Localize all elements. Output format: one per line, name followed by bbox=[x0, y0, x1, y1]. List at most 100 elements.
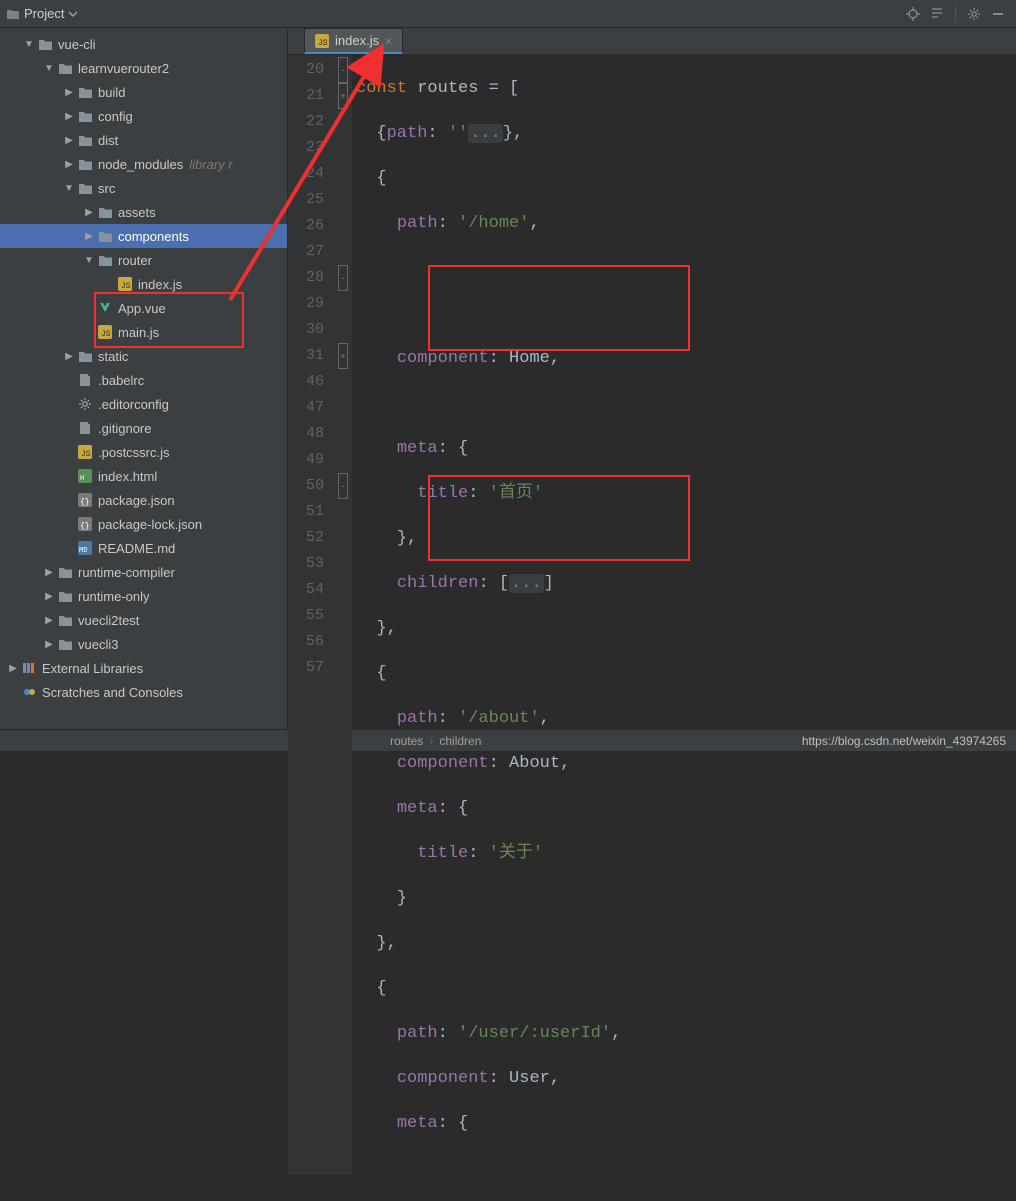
tree-arrow-icon[interactable] bbox=[62, 183, 76, 194]
tree-item--babelrc[interactable]: .babelrc bbox=[0, 368, 287, 392]
folder-icon bbox=[96, 254, 114, 267]
tree-item-index-js[interactable]: JSindex.js bbox=[0, 272, 287, 296]
tree-item-vue-cli[interactable]: vue-cli bbox=[0, 32, 287, 56]
tree-label: .postcssrc.js bbox=[98, 445, 170, 460]
line-number: 31 bbox=[288, 343, 334, 369]
tree-label: vue-cli bbox=[58, 37, 96, 52]
json-icon: {} bbox=[76, 517, 94, 531]
js-icon: JS bbox=[76, 445, 94, 459]
tree-arrow-icon[interactable] bbox=[62, 111, 76, 122]
tree-item-package-lock-json[interactable]: {} package-lock.json bbox=[0, 512, 287, 536]
svg-text:JS: JS bbox=[81, 450, 91, 459]
locate-icon[interactable] bbox=[903, 4, 923, 24]
folder-icon bbox=[76, 86, 94, 99]
tree-item-scratches-and-consoles[interactable]: Scratches and Consoles bbox=[0, 680, 287, 704]
folder-icon bbox=[76, 158, 94, 171]
tab-index-js[interactable]: JS index.js × bbox=[304, 28, 403, 54]
project-toolbar-title[interactable]: Project bbox=[24, 6, 64, 21]
tree-label: package-lock.json bbox=[98, 517, 202, 532]
gear-icon[interactable] bbox=[964, 4, 984, 24]
tree-item--postcssrc-js[interactable]: JS .postcssrc.js bbox=[0, 440, 287, 464]
svg-text:JS: JS bbox=[101, 330, 111, 339]
code-text[interactable]: const routes = [ {path: ''...}, { path: … bbox=[352, 55, 1016, 1175]
tree-item-components[interactable]: components bbox=[0, 224, 287, 248]
tree-item-vuecli2test[interactable]: vuecli2test bbox=[0, 608, 287, 632]
tree-label: router bbox=[118, 253, 152, 268]
tree-item-learnvuerouter2[interactable]: learnvuerouter2 bbox=[0, 56, 287, 80]
tree-label: App.vue bbox=[118, 301, 166, 316]
tree-item-config[interactable]: config bbox=[0, 104, 287, 128]
fold-collapse-icon[interactable]: - bbox=[338, 265, 348, 291]
tree-arrow-icon[interactable] bbox=[6, 663, 20, 674]
tree-arrow-icon[interactable] bbox=[22, 39, 36, 50]
line-number: 47 bbox=[288, 395, 334, 421]
tree-label: learnvuerouter2 bbox=[78, 61, 169, 76]
tree-item-dist[interactable]: dist bbox=[0, 128, 287, 152]
folder-icon bbox=[76, 350, 94, 363]
fold-expand-icon[interactable]: + bbox=[338, 343, 348, 369]
folder-icon bbox=[76, 182, 94, 195]
tree-item-package-json[interactable]: {}package.json bbox=[0, 488, 287, 512]
tree-arrow-icon[interactable] bbox=[62, 159, 76, 170]
tree-arrow-icon[interactable] bbox=[82, 255, 96, 266]
line-number: 49 bbox=[288, 447, 334, 473]
tree-arrow-icon[interactable] bbox=[62, 351, 76, 362]
tree-label: assets bbox=[118, 205, 156, 220]
tree-label: build bbox=[98, 85, 125, 100]
tree-item-assets[interactable]: assets bbox=[0, 200, 287, 224]
tree-item-index-html[interactable]: Hindex.html bbox=[0, 464, 287, 488]
tree-item-runtime-only[interactable]: runtime-only bbox=[0, 584, 287, 608]
close-icon[interactable]: × bbox=[385, 34, 392, 48]
tree-label: .babelrc bbox=[98, 373, 144, 388]
fold-collapse-icon[interactable]: - bbox=[338, 473, 348, 499]
tree-item-src[interactable]: src bbox=[0, 176, 287, 200]
tree-item-external-libraries[interactable]: External Libraries bbox=[0, 656, 287, 680]
tree-arrow-icon[interactable] bbox=[62, 87, 76, 98]
tree-item-main-js[interactable]: JS main.js bbox=[0, 320, 287, 344]
line-number: 29 bbox=[288, 291, 334, 317]
tree-item-build[interactable]: build bbox=[0, 80, 287, 104]
fold-expand-icon[interactable]: + bbox=[338, 83, 348, 109]
line-number: 26 bbox=[288, 213, 334, 239]
tree-arrow-icon[interactable] bbox=[42, 567, 56, 578]
file-icon bbox=[76, 421, 94, 435]
line-number: 27 bbox=[288, 239, 334, 265]
tree-item-app-vue[interactable]: App.vue bbox=[0, 296, 287, 320]
tree-label: config bbox=[98, 109, 133, 124]
tree-arrow-icon[interactable] bbox=[42, 63, 56, 74]
tree-item-runtime-compiler[interactable]: runtime-compiler bbox=[0, 560, 287, 584]
code-area[interactable]: 2021222324252627282930314647484950515253… bbox=[288, 55, 1016, 1175]
tree-arrow-icon[interactable] bbox=[42, 639, 56, 650]
fold-gutter[interactable]: -+-+- bbox=[334, 55, 352, 1175]
tree-item-readme-md[interactable]: MDREADME.md bbox=[0, 536, 287, 560]
line-number: 30 bbox=[288, 317, 334, 343]
svg-text:JS: JS bbox=[121, 282, 131, 291]
line-number: 54 bbox=[288, 577, 334, 603]
line-number: 20 bbox=[288, 57, 334, 83]
line-number: 46 bbox=[288, 369, 334, 395]
tree-arrow-icon[interactable] bbox=[82, 207, 96, 218]
tree-item--gitignore[interactable]: .gitignore bbox=[0, 416, 287, 440]
chevron-down-icon[interactable] bbox=[68, 9, 78, 19]
expand-all-icon[interactable] bbox=[927, 4, 947, 24]
tree-arrow-icon[interactable] bbox=[42, 591, 56, 602]
tree-item-static[interactable]: static bbox=[0, 344, 287, 368]
tree-label: node_modules bbox=[98, 157, 183, 172]
tree-item-router[interactable]: router bbox=[0, 248, 287, 272]
line-number: 50 bbox=[288, 473, 334, 499]
tree-arrow-icon[interactable] bbox=[62, 135, 76, 146]
tree-item--editorconfig[interactable]: .editorconfig bbox=[0, 392, 287, 416]
tree-item-vuecli3[interactable]: vuecli3 bbox=[0, 632, 287, 656]
folder-icon bbox=[56, 566, 74, 579]
tree-label: main.js bbox=[118, 325, 159, 340]
tree-arrow-icon[interactable] bbox=[82, 231, 96, 242]
fold-collapse-icon[interactable]: - bbox=[338, 57, 348, 83]
tree-arrow-icon[interactable] bbox=[42, 615, 56, 626]
minimize-icon[interactable] bbox=[988, 4, 1008, 24]
svg-text:{}: {} bbox=[80, 498, 90, 507]
line-number: 23 bbox=[288, 135, 334, 161]
line-number: 48 bbox=[288, 421, 334, 447]
project-tree[interactable]: vue-clilearnvuerouter2buildconfigdistnod… bbox=[0, 28, 288, 729]
scratch-icon bbox=[20, 685, 38, 699]
tree-item-node-modules[interactable]: node_moduleslibrary r bbox=[0, 152, 287, 176]
